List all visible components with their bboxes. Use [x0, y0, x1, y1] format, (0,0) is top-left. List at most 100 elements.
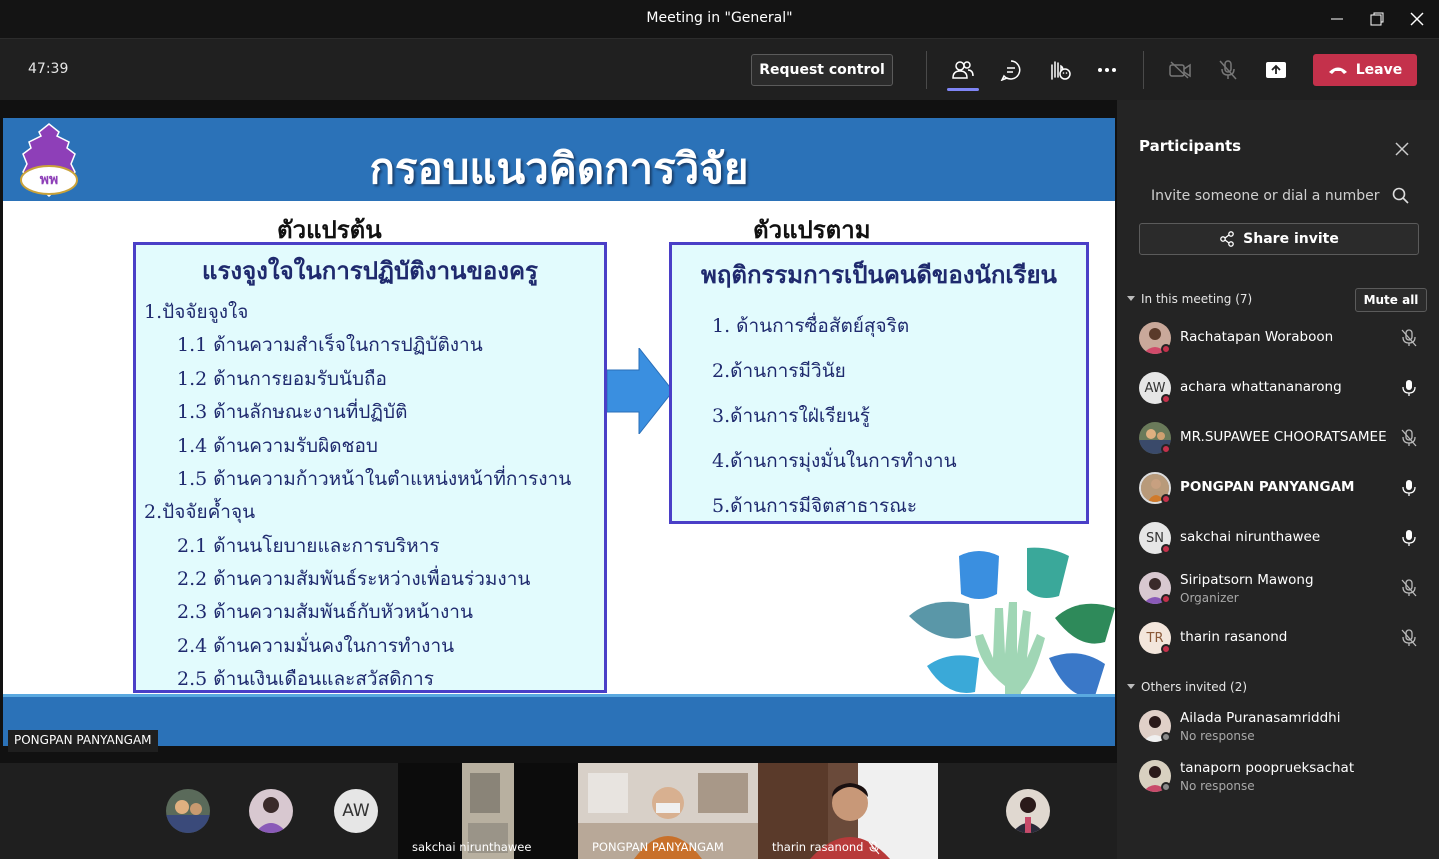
participant-name: achara whattananarong	[1180, 379, 1342, 395]
participant-row[interactable]: TR tharin rasanond	[1117, 614, 1439, 664]
participant-row[interactable]: AW achara whattananarong	[1117, 364, 1439, 414]
invited-name: Ailada Puranasamriddhi	[1180, 710, 1341, 726]
others-invited-heading: Others invited (2)	[1141, 680, 1248, 694]
minimize-button[interactable]	[1317, 0, 1357, 38]
status-badge	[1161, 732, 1171, 742]
close-window-button[interactable]	[1397, 0, 1437, 38]
share-invite-button[interactable]: Share invite	[1139, 223, 1419, 255]
invited-name: tanaporn pooprueksachat	[1180, 760, 1355, 776]
invited-status: No response	[1180, 779, 1255, 793]
participants-button[interactable]	[947, 54, 979, 86]
status-badge	[1161, 544, 1171, 554]
video-tile[interactable]: sakchai nirunthawee	[398, 763, 578, 859]
close-icon	[1410, 12, 1424, 26]
status-badge	[1161, 594, 1171, 604]
participant-row[interactable]: SN sakchai nirunthawee	[1117, 514, 1439, 564]
factor-line: 1.3 ด้านลักษณะงานที่ปฏิบัติ	[177, 401, 408, 423]
window-title: Meeting in "General"	[646, 10, 793, 26]
close-icon	[1395, 142, 1409, 156]
search-icon[interactable]	[1391, 186, 1411, 206]
avatar-initials: AW	[1144, 380, 1166, 396]
people-icon	[952, 61, 974, 79]
factor-line: 1.4 ด้านความรับผิดชอบ	[177, 435, 378, 457]
others-invited-section-toggle[interactable]: Others invited (2)	[1127, 680, 1247, 694]
video-tile[interactable]: PONGPAN PANYANGAM	[578, 763, 758, 859]
active-tab-indicator	[947, 88, 979, 91]
mic-button[interactable]	[1212, 54, 1244, 86]
more-icon	[1098, 68, 1116, 72]
mic-icon	[1402, 380, 1416, 396]
share-screen-button[interactable]	[1260, 54, 1292, 86]
toolbar-divider	[926, 51, 927, 89]
invited-row[interactable]: Ailada Puranasamriddhi No response	[1117, 702, 1439, 752]
more-options-button[interactable]	[1091, 54, 1123, 86]
mic-icon	[1402, 530, 1416, 546]
gallery-avatar[interactable]: AW	[334, 789, 378, 833]
mic-off-icon	[868, 841, 880, 855]
gallery-avatar[interactable]	[166, 789, 210, 833]
share-icon	[1220, 231, 1235, 247]
factor-line: 2.ปัจจัยค้ำจุน	[144, 501, 256, 523]
video-tile[interactable]: tharin rasanond	[758, 763, 938, 859]
chevron-down-icon	[1127, 684, 1135, 689]
avatar-initials: SN	[1146, 530, 1164, 546]
gallery-avatar[interactable]	[1006, 789, 1050, 833]
request-control-button[interactable]: Request control	[751, 54, 893, 86]
factor-line: 1.2 ด้านการยอมรับนับถือ	[177, 368, 387, 390]
video-gallery: AW sakchai nirunthawee PONGPAN PANYANGAM	[0, 763, 1117, 859]
raise-hand-icon	[1051, 61, 1071, 80]
status-badge	[1161, 782, 1171, 792]
status-badge	[1161, 344, 1171, 354]
participant-row[interactable]: Siripatsorn Mawong Organizer	[1117, 564, 1439, 614]
behavior-line: 2.ด้านการมีวินัย	[712, 360, 846, 382]
slide-header: พพ กรอบแนวคิดการวิจัย	[3, 118, 1115, 201]
minimize-icon	[1331, 18, 1343, 20]
factor-line: 2.1 ด้านนโยบายและการบริหาร	[177, 535, 440, 557]
slide-footer	[3, 697, 1115, 746]
mic-off-icon	[1219, 60, 1237, 80]
avatar-initials: AW	[342, 801, 370, 821]
status-badge	[1161, 644, 1171, 654]
close-panel-button[interactable]	[1391, 138, 1413, 160]
invited-status: No response	[1180, 729, 1255, 743]
gallery-avatar[interactable]	[249, 789, 293, 833]
invite-input[interactable]	[1139, 180, 1421, 212]
factor-line: 2.2 ด้านความสัมพันธ์ระหว่างเพื่อนร่วมงาน	[177, 568, 531, 590]
shared-screen: พพ กรอบแนวคิดการวิจัย ตัวแปรต้น ตัวแปรตา…	[0, 100, 1117, 763]
camera-off-icon	[1169, 61, 1191, 79]
behavior-line: 4.ด้านการมุ่งมั่นในการทำงาน	[712, 450, 957, 472]
restore-icon	[1370, 12, 1384, 26]
participant-row[interactable]: PONGPAN PANYANGAM	[1117, 464, 1439, 514]
status-badge	[1161, 444, 1171, 454]
mic-icon	[1402, 480, 1416, 496]
mic-off-icon	[1401, 579, 1417, 597]
factor-line: 1.5 ด้านความก้าวหน้าในตำแหน่งหน้าที่การง…	[177, 468, 572, 490]
mute-all-button[interactable]: Mute all	[1355, 288, 1427, 312]
video-tile-name: PONGPAN PANYANGAM	[592, 840, 724, 854]
reactions-button[interactable]	[1043, 54, 1075, 86]
right-box-heading: พฤติกรรมการเป็นคนดีของนักเรียน	[701, 260, 1057, 289]
in-meeting-section-toggle[interactable]: In this meeting (7)	[1127, 292, 1252, 306]
camera-button[interactable]	[1164, 54, 1196, 86]
participant-name: MR.SUPAWEE CHOORATSAMEE	[1180, 429, 1387, 445]
leave-button[interactable]: Leave	[1313, 54, 1417, 86]
chevron-down-icon	[1127, 296, 1135, 301]
mic-off-icon	[1401, 629, 1417, 647]
participant-row[interactable]: MR.SUPAWEE CHOORATSAMEE	[1117, 414, 1439, 464]
restore-button[interactable]	[1357, 0, 1397, 38]
chat-icon	[1000, 60, 1021, 81]
factor-line: 2.3 ด้านความสัมพันธ์กับหัวหน้างาน	[177, 601, 473, 623]
hang-up-icon	[1328, 67, 1347, 74]
mic-off-icon	[1401, 429, 1417, 447]
invited-row[interactable]: tanaporn pooprueksachat No response	[1117, 752, 1439, 802]
panel-title: Participants	[1139, 137, 1242, 155]
participant-name: Rachatapan Woraboon	[1180, 329, 1334, 345]
status-badge	[1161, 394, 1171, 404]
participant-name: PONGPAN PANYANGAM	[1180, 479, 1355, 495]
left-box-heading: แรงจูงใจในการปฏิบัติงานของครู	[202, 256, 538, 285]
meeting-timer: 47:39	[28, 61, 69, 77]
participant-role: Organizer	[1180, 591, 1239, 605]
participant-row[interactable]: Rachatapan Woraboon	[1117, 314, 1439, 364]
chat-button[interactable]	[995, 54, 1027, 86]
video-tile-name: sakchai nirunthawee	[412, 840, 532, 854]
